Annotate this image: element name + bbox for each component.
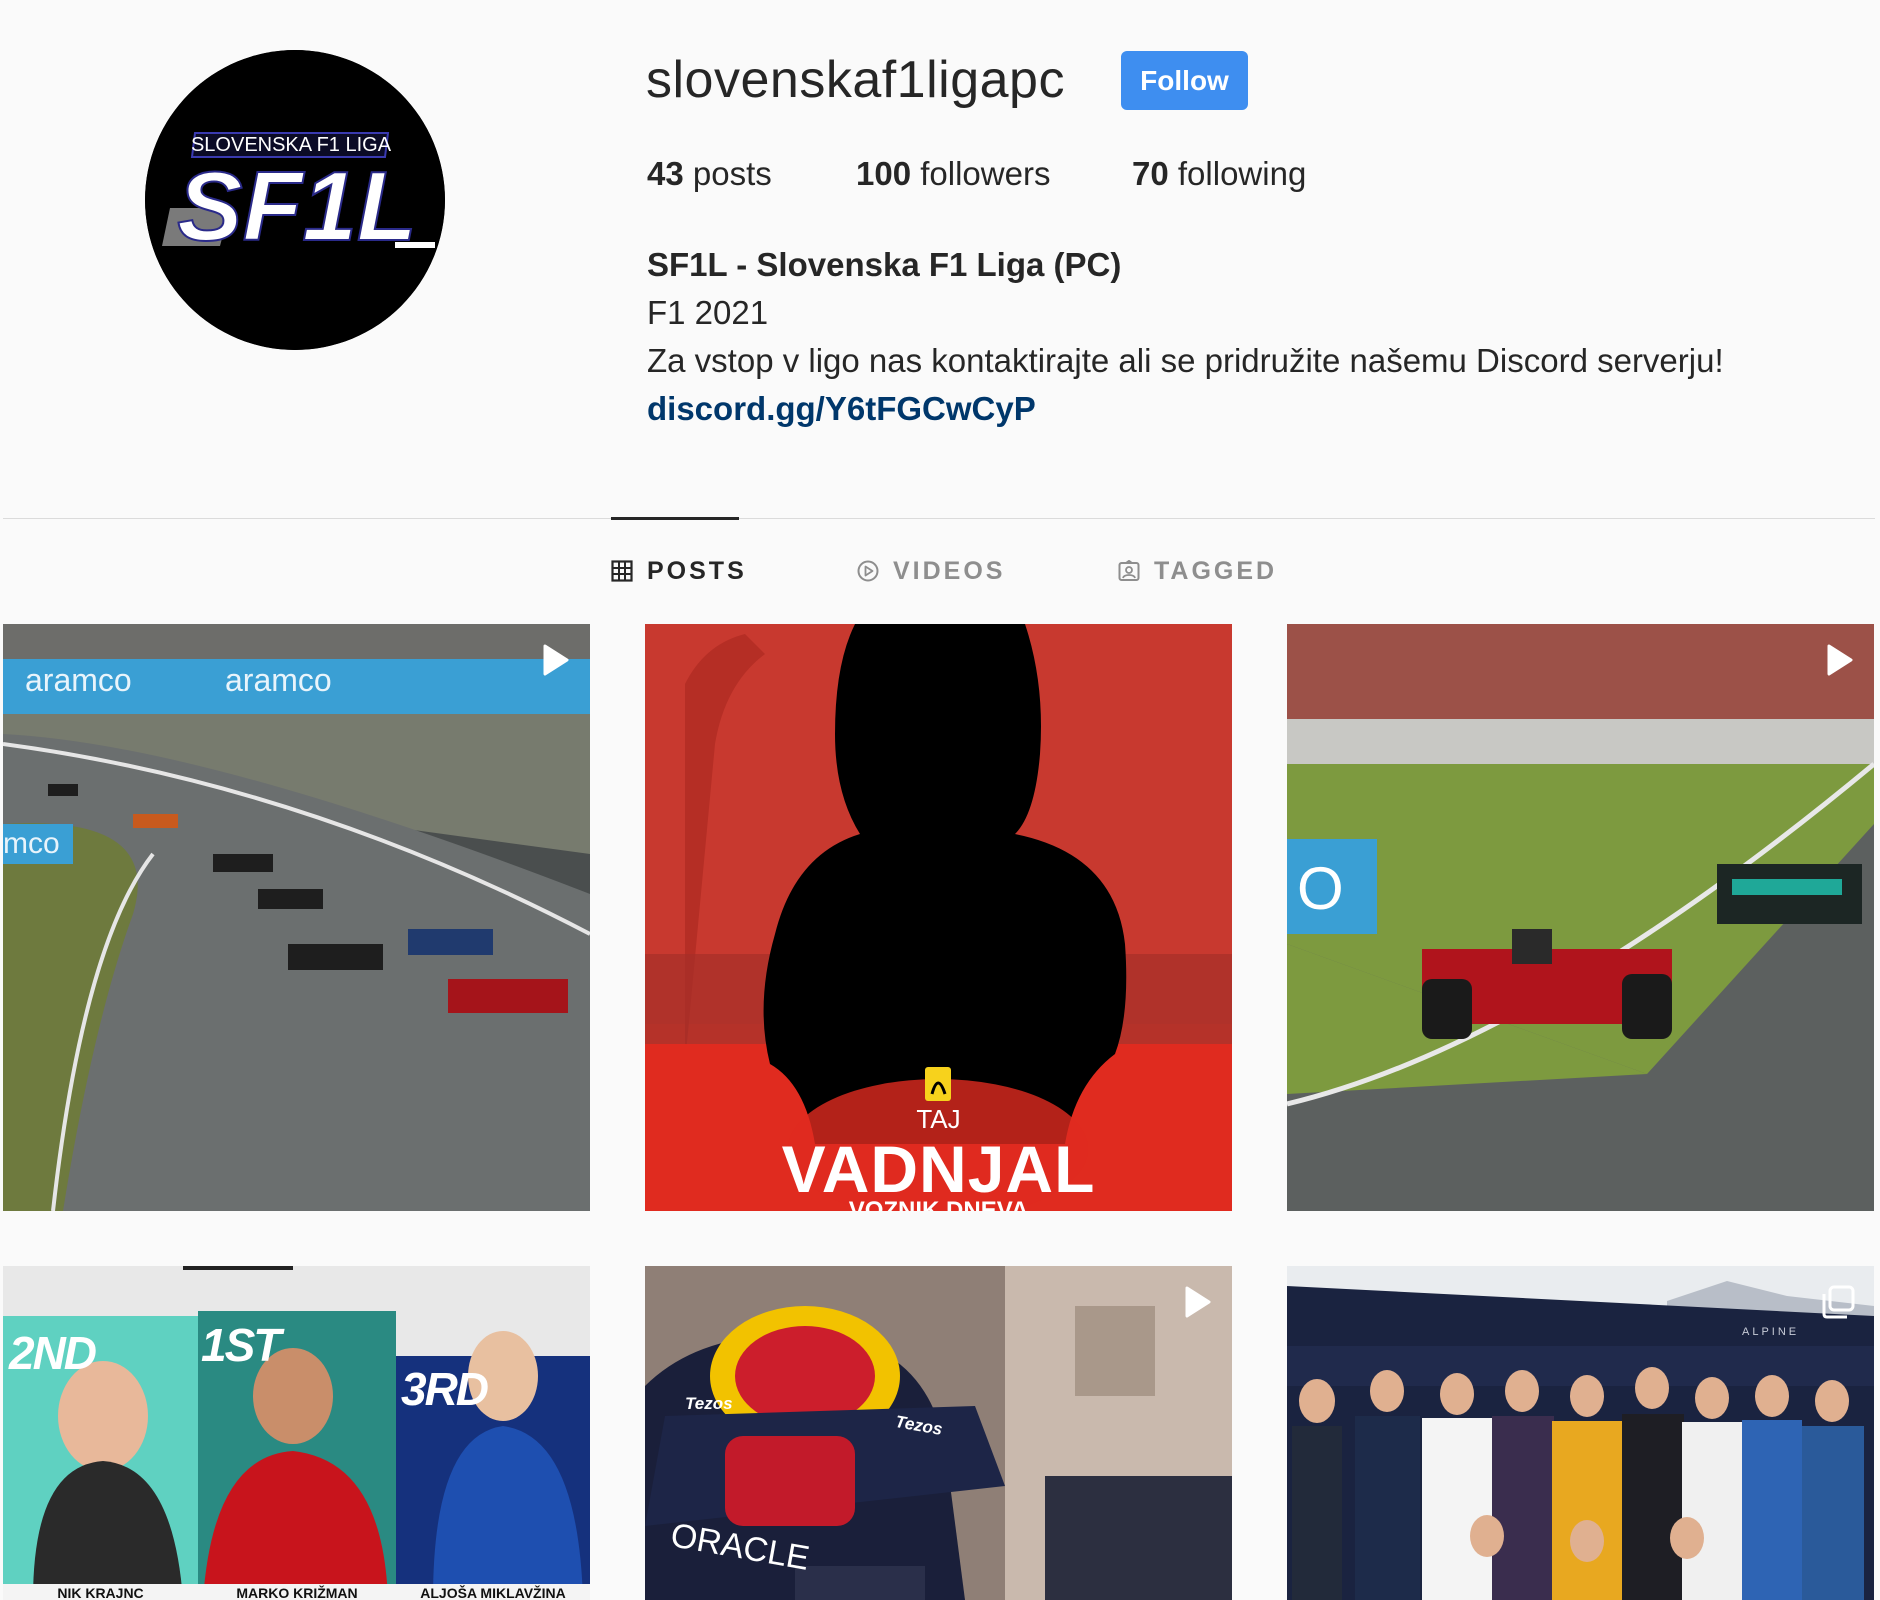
- podium-third-place: 3RD: [401, 1363, 489, 1415]
- video-play-icon: [1185, 1286, 1211, 1318]
- following-stat[interactable]: 70 following: [1132, 152, 1306, 196]
- post-thumbnail-3[interactable]: O: [1287, 624, 1874, 1211]
- followers-label: followers: [911, 155, 1051, 192]
- bio-line-1: F1 2021: [647, 294, 769, 331]
- driver-of-day-text: VOZNIK DNEVA: [645, 1198, 1232, 1211]
- aramco-banner-text-2: aramco: [225, 662, 332, 698]
- tab-tagged[interactable]: TAGGED: [1118, 553, 1277, 589]
- profile-username: slovenskaf1ligapc: [646, 51, 1065, 109]
- podium-second-place: 2ND: [9, 1327, 97, 1379]
- carousel-icon: [1822, 1285, 1855, 1319]
- followers-stat[interactable]: 100 followers: [856, 152, 1050, 196]
- tab-posts-label: POSTS: [647, 556, 747, 585]
- tab-tagged-label: TAGGED: [1154, 556, 1278, 585]
- video-play-icon: [1827, 644, 1853, 676]
- posts-stat[interactable]: 43 posts: [647, 152, 772, 196]
- tabs-divider: [3, 518, 1875, 519]
- post-thumbnail-2[interactable]: TAJ VADNJAL VOZNIK DNEVA: [645, 624, 1232, 1211]
- race-cars-image: O: [1287, 624, 1874, 1211]
- alpine-text: ALPINE: [1742, 1326, 1800, 1338]
- bio-line-2: Za vstop v ligo nas kontaktirajte ali se…: [647, 342, 1724, 379]
- driver-last-name: VADNJAL: [781, 1132, 1096, 1206]
- svg-text:SF1L: SF1L: [177, 151, 417, 261]
- profile-bio: SF1L - Slovenska F1 Liga (PC) F1 2021 Za…: [647, 241, 1847, 433]
- grid-icon: [611, 560, 633, 582]
- profile-full-name: SF1L - Slovenska F1 Liga (PC): [647, 246, 1122, 283]
- active-tab-indicator: [611, 517, 739, 520]
- post-thumbnail-6[interactable]: ALPINE: [1287, 1266, 1874, 1600]
- team-group-photo-image: [1287, 1266, 1874, 1600]
- posts-count: 43: [647, 155, 684, 192]
- aramco-banner-text-3: mco: [3, 827, 60, 860]
- posts-label: posts: [683, 155, 772, 192]
- following-label: following: [1168, 155, 1307, 192]
- post-thumbnail-5[interactable]: Tezos Tezos ORACLE: [645, 1266, 1232, 1600]
- post-thumbnail-4[interactable]: 2ND 1ST 3RD NIK KRAJNC MARKO KRIŽMAN ALJ…: [3, 1266, 590, 1600]
- tab-videos-label: VIDEOS: [893, 556, 1006, 585]
- podium-name-first: MARKO KRIŽMAN: [236, 1585, 358, 1600]
- sponsor-text-1: Tezos: [685, 1394, 733, 1413]
- tab-videos[interactable]: VIDEOS: [857, 553, 1005, 589]
- race-track-image: [3, 624, 590, 1211]
- video-play-icon: [543, 644, 569, 676]
- podium-name-second: NIK KRAJNC: [57, 1585, 144, 1600]
- podium-first-place: 1ST: [201, 1319, 281, 1371]
- profile-avatar[interactable]: SLOVENSKA F1 LIGA SF1L: [145, 50, 445, 350]
- tab-posts[interactable]: POSTS: [611, 553, 747, 589]
- play-circle-icon: [857, 560, 879, 582]
- podium-drivers-image: [3, 1266, 590, 1600]
- tagged-person-icon: [1118, 560, 1140, 581]
- aramco-banner-text-1: aramco: [25, 662, 132, 698]
- follow-button[interactable]: Follow: [1121, 51, 1248, 110]
- post-thumbnail-1[interactable]: aramco aramco mco: [3, 624, 590, 1211]
- following-count: 70: [1132, 155, 1169, 192]
- followers-count: 100: [856, 155, 912, 192]
- bio-link[interactable]: discord.gg/Y6tFGCwCyP: [647, 385, 1847, 433]
- svg-text:O: O: [1297, 855, 1344, 922]
- sf1l-logo: SLOVENSKA F1 LIGA SF1L: [145, 50, 445, 350]
- podium-name-third: ALJOŠA MIKLAVŽINA: [420, 1585, 566, 1600]
